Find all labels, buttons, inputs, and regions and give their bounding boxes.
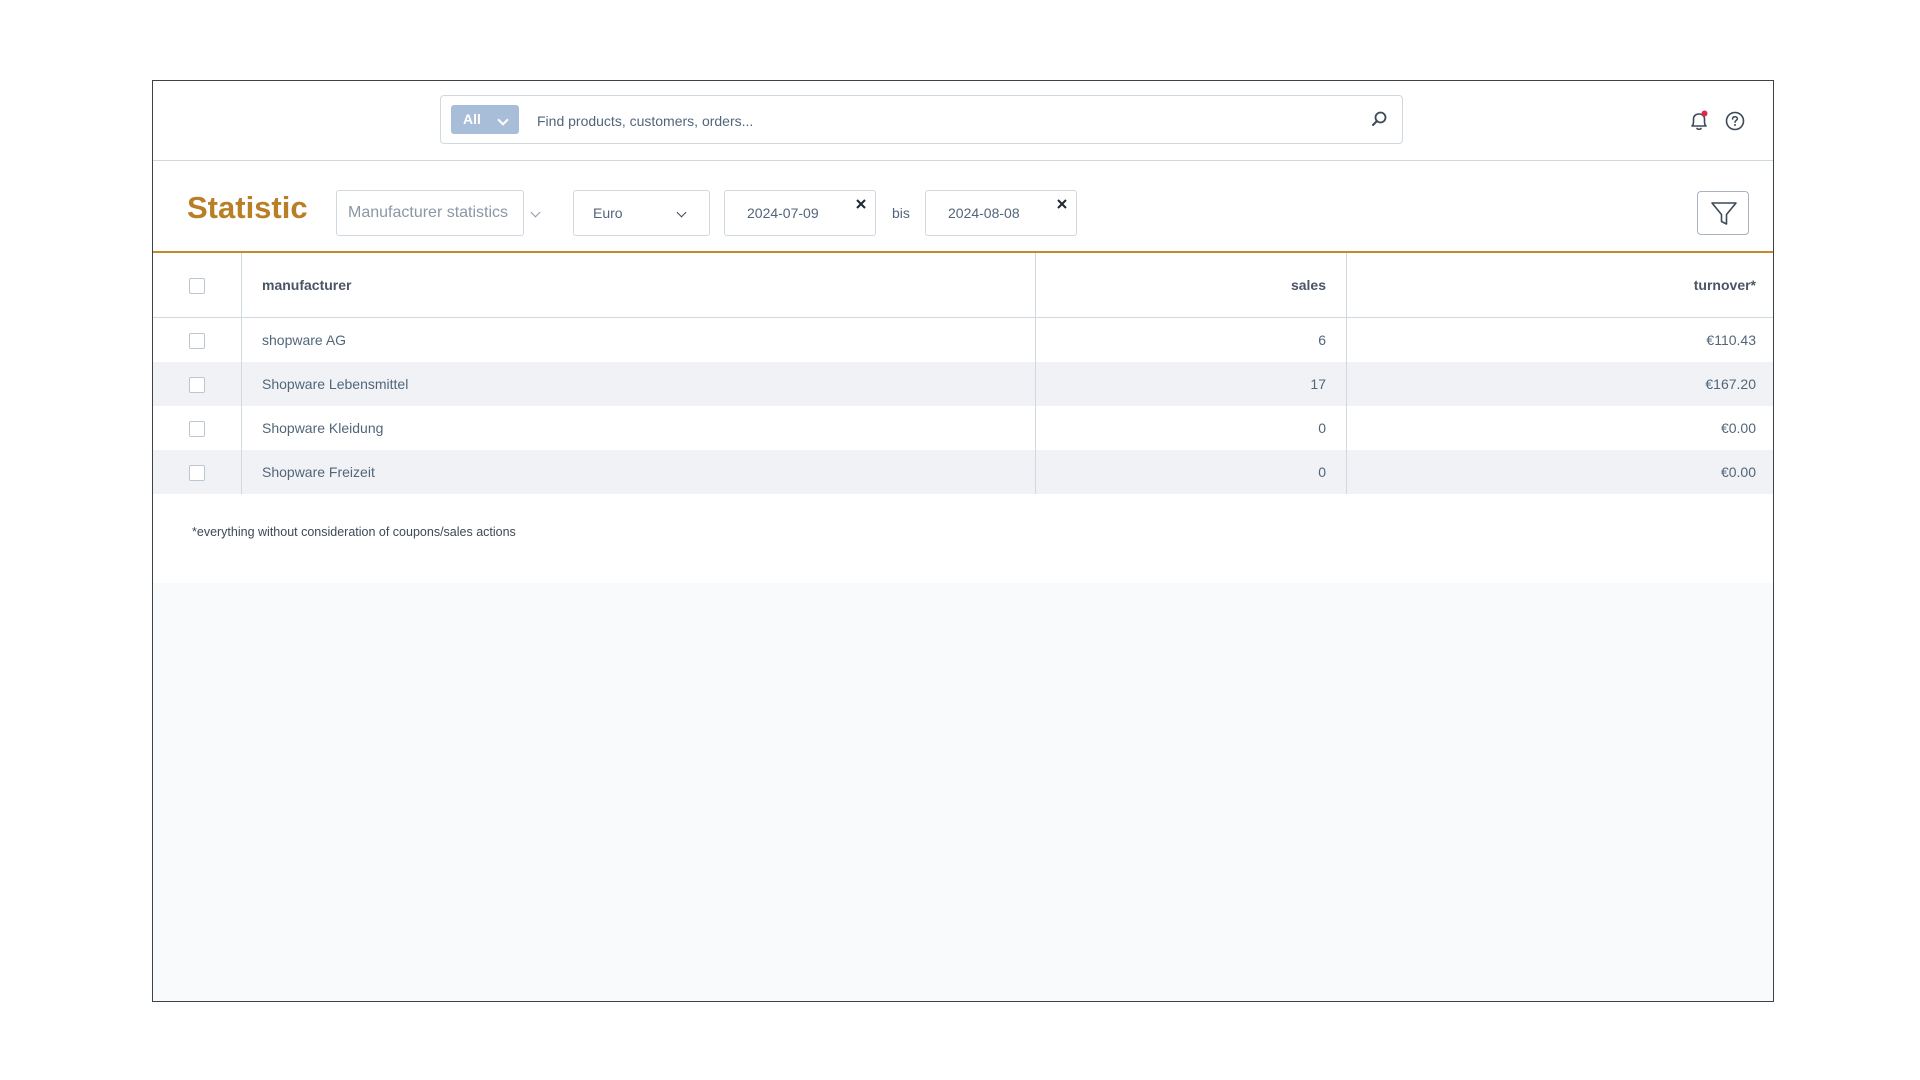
sales-cell: 0 <box>1035 450 1347 494</box>
search-input[interactable] <box>535 106 1359 136</box>
turnover-cell: €0.00 <box>1720 420 1756 436</box>
select-all-cell <box>153 253 242 318</box>
turnover-cell: €0.00 <box>1346 450 1773 494</box>
filter-icon <box>1711 202 1737 225</box>
manufacturer-cell: Shopware Kleidung <box>241 406 1036 450</box>
manufacturer-cell: shopware AG <box>241 317 1036 362</box>
statistic-header: Statistic Manufacturer statistics Euro 2… <box>153 161 1773 253</box>
data-grid: manufacturer sales turnover* shopware AG… <box>153 253 1773 494</box>
close-icon[interactable] <box>854 197 868 211</box>
column-header-turnover[interactable]: turnover* <box>1346 253 1773 318</box>
help-icon[interactable] <box>1724 110 1746 132</box>
chevron-down-icon <box>497 114 509 126</box>
date-to-value: 2024-08-08 <box>948 205 1020 221</box>
row-checkbox[interactable] <box>189 376 205 393</box>
top-bar: All <box>153 81 1773 161</box>
search-icon[interactable] <box>1370 110 1388 128</box>
manufacturer-cell: Shopware Freizeit <box>241 450 1036 494</box>
date-from-field[interactable]: 2024-07-09 <box>724 190 876 236</box>
currency-value: Euro <box>593 205 623 221</box>
global-search: All <box>440 95 1403 144</box>
turnover-cell: €167.20 <box>1346 362 1773 406</box>
column-header-manufacturer[interactable]: manufacturer <box>241 253 1036 318</box>
table-row[interactable]: Shopware Freizeit 0 €0.00 <box>153 450 1773 494</box>
manufacturer-cell: Shopware Lebensmittel <box>241 362 1036 406</box>
sales-cell: 17 <box>1035 362 1347 406</box>
close-icon[interactable] <box>1055 197 1069 211</box>
page-title: Statistic <box>187 190 308 225</box>
table-row[interactable]: Shopware Lebensmittel 17 €167.20 <box>153 362 1773 406</box>
turnover-cell: €110.43 <box>1706 332 1756 348</box>
statistic-type-value: Manufacturer statistics <box>348 204 509 221</box>
row-checkbox[interactable] <box>189 332 205 349</box>
column-header-sales[interactable]: sales <box>1035 253 1347 318</box>
statistic-type-select[interactable]: Manufacturer statistics <box>336 190 541 236</box>
table-row[interactable]: Shopware Kleidung 0 €0.00 <box>153 406 1773 450</box>
row-checkbox[interactable] <box>189 464 205 481</box>
date-separator: bis <box>892 205 910 221</box>
chevron-down-icon <box>676 207 687 218</box>
footnote: *everything without consideration of cou… <box>192 525 516 539</box>
admin-window: All Statistic Manufacturer statistics <box>152 80 1774 1002</box>
row-checkbox[interactable] <box>189 420 205 437</box>
sales-cell: 6 <box>1035 317 1347 362</box>
search-type-dropdown[interactable]: All <box>451 105 519 134</box>
search-type-label: All <box>463 111 481 127</box>
date-to-field[interactable]: 2024-08-08 <box>925 190 1077 236</box>
currency-select[interactable]: Euro <box>573 190 710 236</box>
date-from-value: 2024-07-09 <box>747 205 819 221</box>
table-header-row: manufacturer sales turnover* <box>153 253 1773 318</box>
table-row[interactable]: shopware AG 6 €110.43 <box>153 317 1773 362</box>
select-all-checkbox[interactable] <box>189 277 205 294</box>
sales-cell: 0 <box>1035 406 1347 450</box>
chevron-down-icon <box>530 207 541 218</box>
bell-icon[interactable] <box>1687 109 1711 133</box>
filter-button[interactable] <box>1697 191 1749 235</box>
notification-dot <box>1701 110 1708 117</box>
